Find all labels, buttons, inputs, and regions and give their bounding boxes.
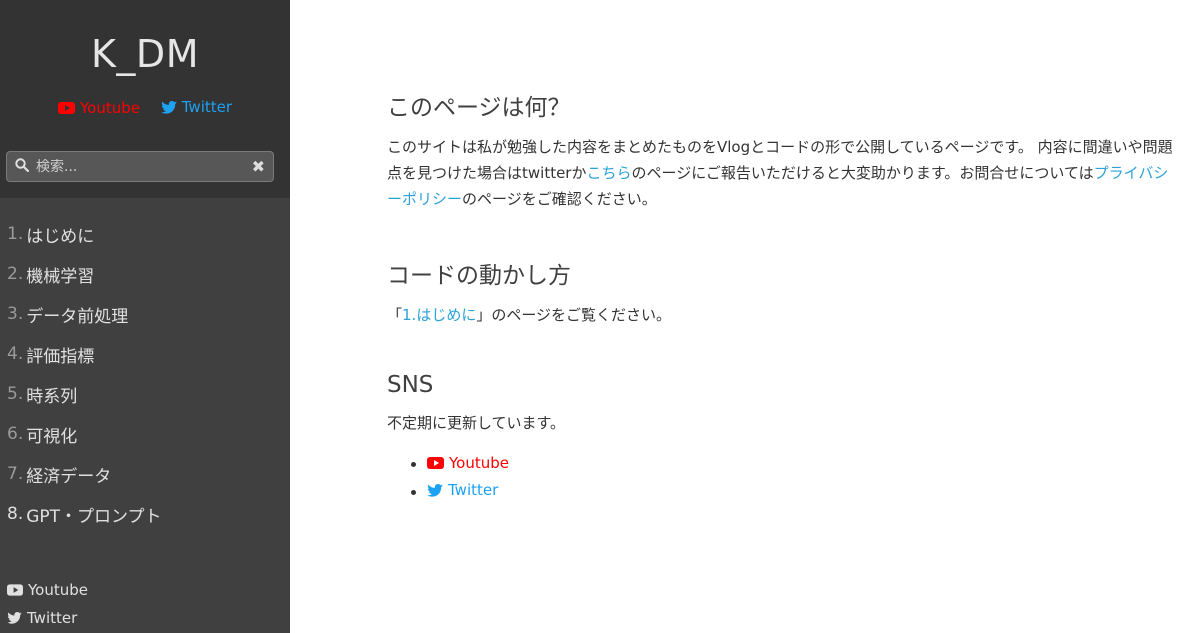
sidebar-item-label: 経済データ	[26, 466, 112, 487]
sidebar-header: K_DM Youtube Twitter ✖	[0, 0, 290, 198]
site-title[interactable]: K_DM	[0, 32, 290, 76]
social-links-top: Youtube Twitter	[0, 98, 290, 118]
section-heading: SNS	[387, 372, 434, 398]
how-to-run-text: 」のページをご覧ください。	[476, 306, 672, 324]
twitter-link-top[interactable]: Twitter	[160, 98, 233, 116]
sidebar-item-gpt-prompt[interactable]: 8. GPT・プロンプト	[0, 494, 290, 534]
twitter-link-bottom[interactable]: Twitter	[7, 604, 287, 632]
section-heading: コードの動かし方	[387, 263, 571, 289]
youtube-link-bottom[interactable]: Youtube	[7, 576, 287, 604]
section-sns: SNS 不定期に更新しています。 Youtube Twitter	[387, 372, 1177, 505]
social-links-bottom: Youtube Twitter	[7, 576, 287, 632]
sidebar-item-machine-learning[interactable]: 2. 機械学習	[0, 254, 290, 294]
sidebar-item-number: 1.	[7, 224, 24, 244]
twitter-link-main[interactable]: Twitter	[427, 477, 498, 503]
sidebar-item-metrics[interactable]: 4. 評価指標	[0, 334, 290, 374]
section-heading: このページは何？	[387, 95, 571, 121]
youtube-link-main[interactable]: Youtube	[427, 450, 509, 476]
youtube-label: Youtube	[28, 581, 88, 599]
sidebar-item-number: 3.	[7, 304, 24, 324]
sidebar-item-number: 8.	[7, 504, 24, 524]
sidebar-item-hajimeni[interactable]: 1. はじめに	[0, 214, 290, 254]
list-item: Twitter	[427, 477, 1177, 505]
sidebar-item-preprocessing[interactable]: 3. データ前処理	[0, 294, 290, 334]
list-item: Youtube	[427, 450, 1177, 477]
twitter-label: Twitter	[181, 98, 233, 116]
youtube-icon	[7, 584, 23, 596]
twitter-icon	[427, 483, 443, 497]
twitter-icon	[7, 612, 22, 624]
youtube-link-top[interactable]: Youtube	[57, 98, 140, 117]
sidebar-item-number: 5.	[7, 384, 24, 404]
sidebar-item-number: 7.	[7, 464, 24, 484]
sidebar-item-label: 可視化	[26, 426, 78, 447]
section-about: このページは何？ このサイトは私が勉強した内容をまとめたものをVlogとコードの…	[387, 88, 1177, 212]
sidebar-item-label: はじめに	[26, 226, 95, 247]
about-text-b: のページにご報告いただけると大変助かります。お問合せについては	[631, 164, 1094, 182]
youtube-icon	[427, 457, 444, 469]
sidebar-item-visualization[interactable]: 6. 可視化	[0, 414, 290, 454]
sidebar: K_DM Youtube Twitter ✖ 1.はじめに	[0, 0, 290, 633]
search-icon	[15, 157, 30, 176]
twitter-icon	[160, 100, 177, 114]
search-box: ✖	[6, 151, 274, 182]
sns-list: Youtube Twitter	[387, 450, 1177, 505]
search-input[interactable]	[36, 158, 252, 175]
about-text-c: のページをご確認ください。	[462, 190, 657, 208]
about-paragraph: このサイトは私が勉強した内容をまとめたものをVlogとコードの形で公開しているペ…	[387, 134, 1177, 212]
sidebar-item-economic-data[interactable]: 7. 経済データ	[0, 454, 290, 494]
sidebar-item-label: 機械学習	[26, 266, 95, 287]
sidebar-item-label: 評価指標	[26, 346, 95, 367]
sns-paragraph: 不定期に更新しています。	[387, 414, 566, 432]
how-to-run-paragraph: 「1.はじめに」のページをご覧ください。	[387, 302, 1177, 328]
twitter-label: Twitter	[27, 609, 78, 627]
youtube-icon	[57, 101, 75, 114]
sidebar-nav: 1. はじめに 2. 機械学習 3. データ前処理 4. 評価指標 5. 時系列 6. 可視…	[0, 214, 290, 534]
bracket-open: 「	[387, 306, 403, 324]
clear-search-button[interactable]: ✖	[252, 157, 265, 176]
sidebar-item-number: 6.	[7, 424, 24, 444]
youtube-label: Youtube	[79, 98, 140, 117]
sidebar-item-number: 2.	[7, 264, 24, 284]
sidebar-item-label: データ前処理	[26, 306, 129, 327]
youtube-label: Youtube	[449, 454, 509, 472]
twitter-label: Twitter	[448, 481, 499, 499]
sidebar-item-timeseries[interactable]: 5. 時系列	[0, 374, 290, 414]
main-content: このページは何？ このサイトは私が勉強した内容をまとめたものをVlogとコードの…	[387, 88, 1177, 505]
report-link[interactable]: こちら	[586, 164, 631, 182]
hajimeni-link[interactable]: 1.はじめに	[402, 306, 476, 324]
section-how-to-run: コードの動かし方 「1.はじめに」のページをご覧ください。	[387, 256, 1177, 328]
sidebar-item-number: 4.	[7, 344, 24, 364]
sidebar-item-label: GPT・プロンプト	[26, 506, 162, 527]
sidebar-item-label: 時系列	[26, 386, 78, 407]
